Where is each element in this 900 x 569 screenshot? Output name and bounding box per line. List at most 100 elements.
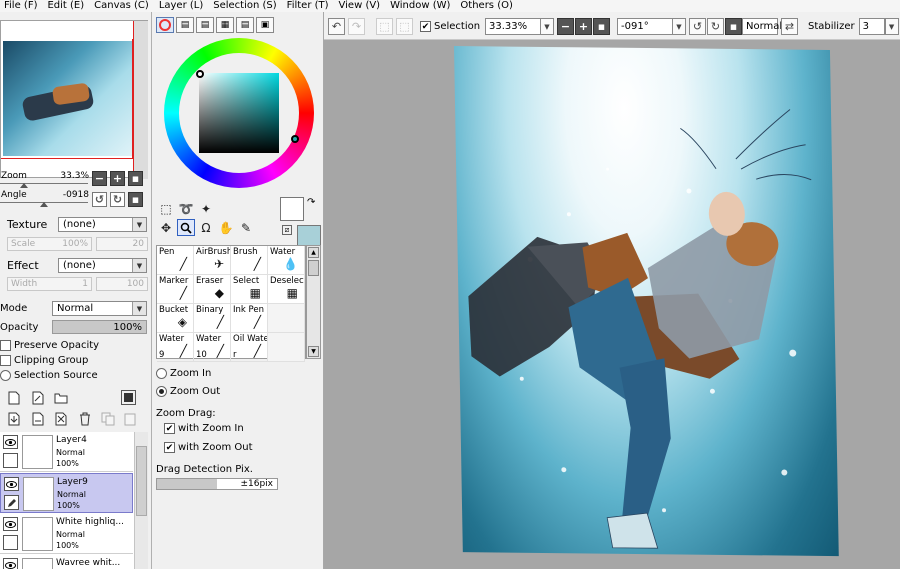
texture-select[interactable]: (none) ▼ xyxy=(58,217,147,232)
with-zoom-out-option[interactable]: ✔ with Zoom Out xyxy=(164,442,253,453)
preserve-opacity-checkbox[interactable] xyxy=(0,340,11,351)
rotate-reset-button[interactable]: ▪ xyxy=(128,192,143,207)
menu-canvas[interactable]: Canvas (C) xyxy=(89,0,154,12)
brush-eraser[interactable]: Eraser ◆ xyxy=(194,275,231,304)
hand-icon[interactable]: ✋ xyxy=(217,219,235,236)
redo-icon[interactable]: ↷ xyxy=(348,18,365,35)
layer-row[interactable]: Wavree whit... xyxy=(0,555,133,569)
transparent-color-icon[interactable]: ⧄ xyxy=(282,225,292,235)
rotate-right-button[interactable]: ↻ xyxy=(110,192,125,207)
rotate-icon[interactable]: Ω xyxy=(197,219,215,236)
zoom-out-radio[interactable] xyxy=(156,386,167,397)
zoom-out-button[interactable]: − xyxy=(92,171,107,186)
lasso-icon[interactable]: ➰ xyxy=(177,200,195,217)
brush-select[interactable]: Select ▦ xyxy=(231,275,268,304)
zoom-in-radio[interactable] xyxy=(156,368,167,379)
opacity-slider[interactable]: 100% xyxy=(52,320,147,334)
navigator-scrollbar[interactable] xyxy=(134,21,148,179)
brush-water-9[interactable]: Water 9 ╱ xyxy=(157,333,194,362)
brush-bucket[interactable]: Bucket ◈ xyxy=(157,304,194,333)
brush-water-10[interactable]: Water 10 ╱ xyxy=(194,333,231,362)
merge-down-icon[interactable] xyxy=(29,410,47,428)
zoom-icon[interactable] xyxy=(177,219,195,236)
trash-icon[interactable] xyxy=(76,410,94,428)
brush-ink-pen[interactable]: Ink Pen ╱ xyxy=(231,304,268,333)
chevron-down-icon[interactable]: ▼ xyxy=(541,18,554,35)
rect-select-icon[interactable]: ⬚ xyxy=(157,200,175,217)
eye-icon[interactable] xyxy=(3,517,18,531)
color-wheel-tab[interactable] xyxy=(156,17,174,33)
clear-layer-icon[interactable] xyxy=(52,410,70,428)
zoom-out-toolbar-button[interactable]: − xyxy=(557,18,574,35)
effect-select[interactable]: (none) ▼ xyxy=(58,258,147,273)
angle-slider[interactable] xyxy=(0,197,88,207)
brush-empty-slot[interactable] xyxy=(268,333,305,362)
drag-detection-slider[interactable]: ±16pix xyxy=(156,478,278,490)
copy-layer-icon[interactable] xyxy=(99,410,117,428)
eye-icon[interactable] xyxy=(4,477,19,491)
swap-colors-icon[interactable]: ↷ xyxy=(307,197,315,208)
brush-brush[interactable]: Brush ╱ xyxy=(231,246,268,275)
angle-field[interactable]: -091° xyxy=(617,18,673,35)
scroll-down-icon[interactable]: ▼ xyxy=(308,346,319,357)
menu-selection[interactable]: Selection (S) xyxy=(208,0,281,12)
move-icon[interactable]: ✥ xyxy=(157,219,175,236)
brush-marker[interactable]: Marker ╱ xyxy=(157,275,194,304)
layer-scrollbar-thumb[interactable] xyxy=(136,446,147,516)
menu-view[interactable]: View (V) xyxy=(334,0,386,12)
brush-deselect[interactable]: Deselect ▦ xyxy=(268,275,305,304)
selection-source-radio[interactable] xyxy=(0,370,11,381)
canvas-area[interactable] xyxy=(324,40,900,569)
blend-mode-select[interactable]: Normal ▼ xyxy=(52,301,147,316)
zoom-reset-button[interactable]: ▪ xyxy=(128,171,143,186)
navigator[interactable] xyxy=(0,20,148,179)
brush-airbrush[interactable]: AirBrush ✈ xyxy=(194,246,231,275)
clipping-group-checkbox[interactable] xyxy=(0,355,11,366)
menu-filter[interactable]: Filter (T) xyxy=(282,0,334,12)
eye-icon[interactable] xyxy=(3,435,18,449)
menu-others[interactable]: Others (O) xyxy=(455,0,517,12)
flip-horizontal-icon[interactable]: ⇄ xyxy=(781,18,798,35)
selection-checkbox[interactable]: ✔ xyxy=(420,21,431,32)
new-layer-icon[interactable] xyxy=(5,389,23,407)
zoom-in-button[interactable]: + xyxy=(110,171,125,186)
saturation-value-square[interactable] xyxy=(199,73,279,153)
layer-mask-icon[interactable] xyxy=(121,390,136,405)
pencil-icon[interactable] xyxy=(4,495,19,510)
layer-row[interactable]: White highliq... Normal 100% xyxy=(0,514,133,554)
view-mode-field[interactable]: Normal xyxy=(742,18,782,35)
user-swatch-tab[interactable]: ▣ xyxy=(256,17,274,33)
zoom-out-option[interactable]: Zoom Out xyxy=(156,386,220,397)
new-folder-icon[interactable] xyxy=(52,389,70,407)
hue-picker-handle[interactable] xyxy=(291,135,299,143)
menu-file[interactable]: File (F) xyxy=(0,0,42,12)
new-linework-layer-icon[interactable] xyxy=(29,389,47,407)
eye-icon[interactable] xyxy=(3,558,18,569)
rotate-left-button[interactable]: ↺ xyxy=(92,192,107,207)
brush-empty-slot[interactable] xyxy=(268,304,305,333)
brush-scrollbar[interactable]: ▲ ▼ xyxy=(306,245,321,359)
eyedropper-icon[interactable]: ✎ xyxy=(237,219,255,236)
menu-edit[interactable]: Edit (E) xyxy=(42,0,89,12)
layer-select-box[interactable] xyxy=(3,453,18,468)
stabilizer-field[interactable]: 3 xyxy=(858,18,885,35)
with-zoom-in-option[interactable]: ✔ with Zoom In xyxy=(164,423,244,434)
layer-select-box[interactable] xyxy=(3,535,18,550)
menu-layer[interactable]: Layer (L) xyxy=(154,0,208,12)
canvas-artwork[interactable] xyxy=(454,46,839,557)
layer-row-selected[interactable]: Layer9 Normal 100% xyxy=(0,473,133,513)
brush-scrollbar-thumb[interactable] xyxy=(308,260,319,276)
transfer-down-icon[interactable] xyxy=(5,410,23,428)
invert-selection-icon[interactable]: ⬚ xyxy=(396,18,413,35)
layer-scrollbar[interactable] xyxy=(134,432,148,569)
rotate-left-icon[interactable]: ↺ xyxy=(689,18,706,35)
rotate-right-icon[interactable]: ↻ xyxy=(707,18,724,35)
deselect-icon[interactable]: ⬚ xyxy=(376,18,393,35)
scroll-up-icon[interactable]: ▲ xyxy=(308,247,319,258)
chevron-down-icon[interactable]: ▼ xyxy=(884,18,899,35)
chevron-down-icon[interactable]: ▼ xyxy=(673,18,686,35)
color-wheel[interactable] xyxy=(164,38,314,188)
with-zoom-in-checkbox[interactable]: ✔ xyxy=(164,423,175,434)
zoom-slider[interactable] xyxy=(0,178,88,188)
magic-wand-icon[interactable]: ✦ xyxy=(197,200,215,217)
